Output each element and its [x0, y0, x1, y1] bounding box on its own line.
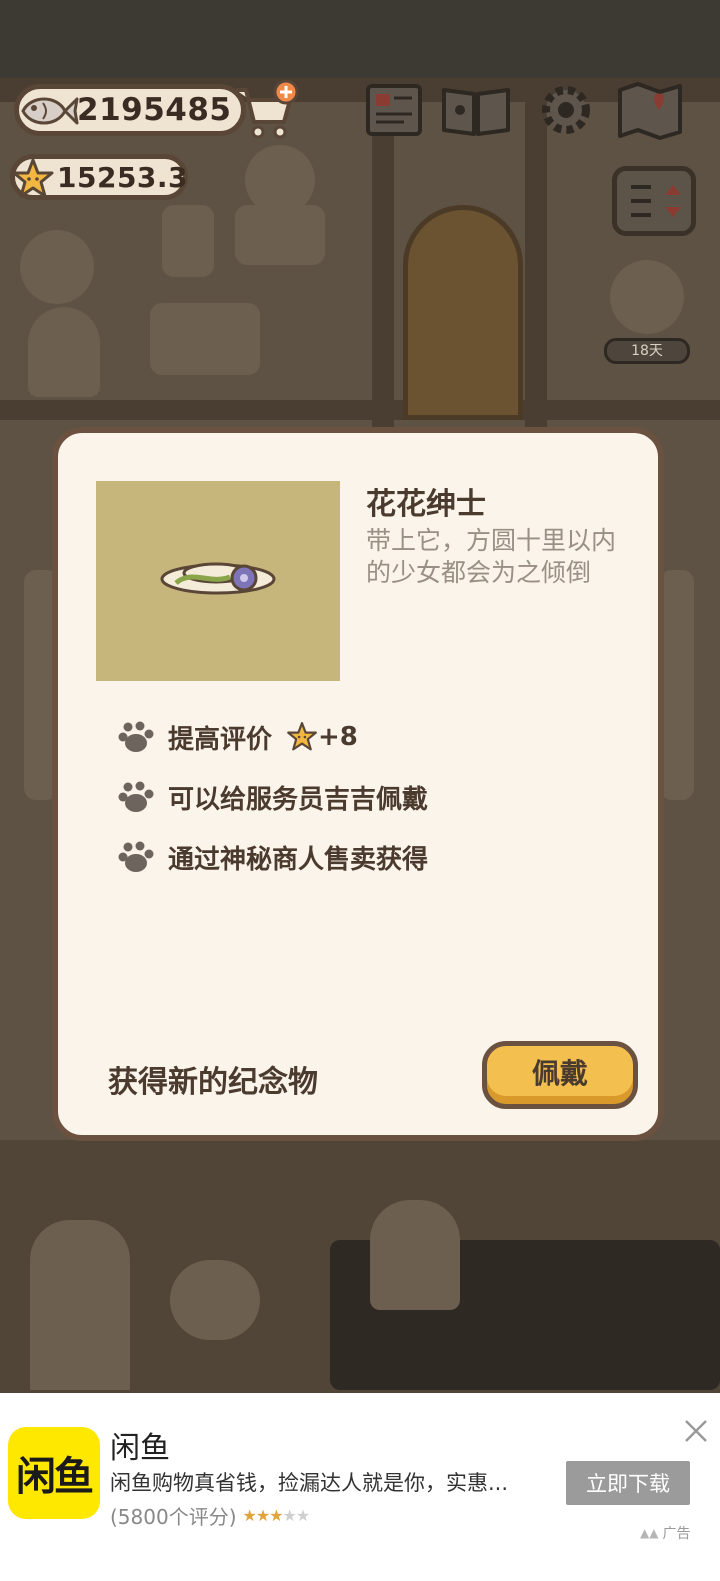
equip-button[interactable]: 佩戴 [482, 1041, 638, 1109]
game-screen: 2195485 15253.3 18天 花花绅士 带上它，方圆十里以内的少女都会… [0, 0, 720, 1581]
ad-description: 闲鱼购物真省钱，捡漏达人就是你，实惠... [110, 1471, 509, 1495]
ad-rating: (5800个评分) ★★★★★ [110, 1501, 311, 1530]
fish-count: 2195485 [77, 92, 232, 128]
ad-mark-icon: ▲▲ [640, 1526, 659, 1540]
feature-text: 提高评价 [168, 724, 273, 755]
menu-toggle-icon[interactable] [612, 166, 696, 236]
paw-icon [118, 781, 154, 812]
item-detail-modal: 花花绅士 带上它，方圆十里以内的少女都会为之倾倒 提高评价 +8 可以给服务员吉… [52, 427, 664, 1141]
paw-icon [118, 721, 154, 752]
paw-book-icon[interactable] [440, 80, 512, 140]
star-count: 15253.3 [57, 160, 189, 194]
rating-stars-icon: ★★★★★ [242, 1506, 311, 1525]
cart-plus-icon[interactable] [232, 80, 302, 142]
ad-label: ▲▲ 广告 [640, 1523, 690, 1543]
days-badge: 18天 [604, 338, 690, 364]
item-image [96, 481, 340, 681]
ad-title[interactable]: 闲鱼 [110, 1423, 170, 1467]
ad-label-text: 广告 [662, 1526, 691, 1542]
menu-toggle-glyph [631, 185, 681, 217]
fish-icon [21, 97, 79, 125]
map-icon[interactable] [614, 80, 686, 140]
ad-rating-count: (5800个评分) [110, 1505, 237, 1529]
notebook-icon[interactable] [360, 80, 432, 140]
close-icon[interactable] [682, 1417, 710, 1445]
download-button[interactable]: 立即下载 [566, 1461, 690, 1505]
feature-bonus: +8 [318, 722, 358, 752]
feature-row: 可以给服务员吉吉佩戴 [114, 777, 428, 817]
ad-app-logo[interactable]: 闲鱼 [8, 1427, 100, 1519]
item-title: 花花绅士 [366, 487, 486, 522]
feature-text: 通过神秘商人售卖获得 [168, 844, 429, 875]
gear-icon[interactable] [530, 80, 602, 140]
star-currency-pill: 15253.3 [10, 154, 188, 200]
fish-currency-pill: 2195485 [14, 84, 246, 136]
feature-text: 可以给服务员吉吉佩戴 [168, 784, 429, 815]
paw-icon [118, 841, 154, 872]
flower-hat-image [160, 562, 276, 595]
star-icon [12, 158, 54, 198]
feature-row: 通过神秘商人售卖获得 [114, 837, 428, 877]
star-icon [287, 722, 317, 751]
background-door [403, 205, 523, 420]
item-description: 带上它，方圆十里以内的少女都会为之倾倒 [366, 526, 617, 587]
ad-banner[interactable]: 闲鱼 闲鱼 闲鱼购物真省钱，捡漏达人就是你，实惠... (5800个评分) ★★… [0, 1393, 720, 1581]
feature-row: 提高评价 +8 [114, 717, 358, 757]
new-souvenir-label: 获得新的纪念物 [108, 1065, 318, 1100]
